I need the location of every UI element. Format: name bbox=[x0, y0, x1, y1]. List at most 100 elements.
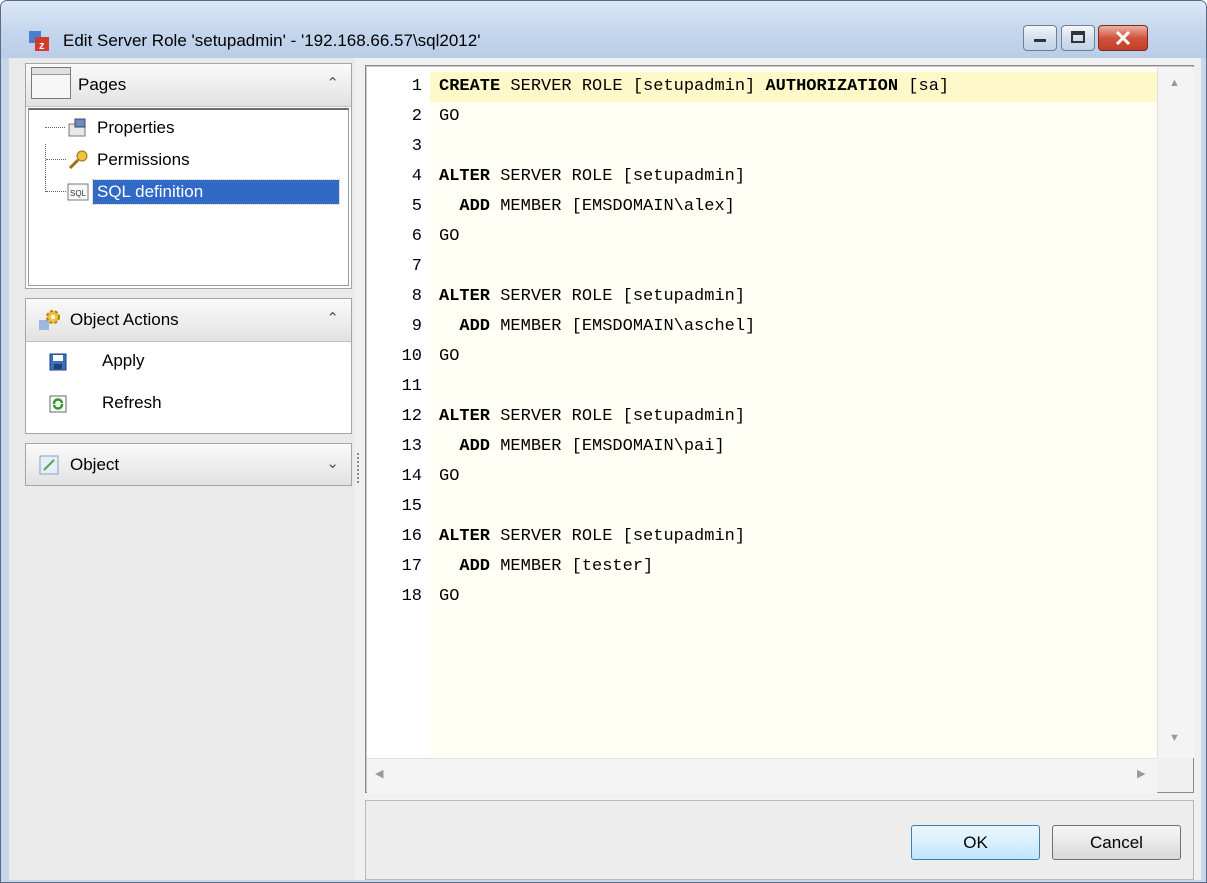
pages-panel-header[interactable]: Pages ⌃ bbox=[26, 64, 351, 107]
sql-text: GO bbox=[439, 107, 460, 126]
vertical-scrollbar[interactable]: ▲ ▼ bbox=[1157, 67, 1194, 758]
code-text: GO bbox=[439, 102, 459, 132]
sql-keyword: ALTER bbox=[439, 407, 491, 426]
apply-action[interactable]: Apply bbox=[26, 347, 346, 383]
object-actions-title: Object Actions bbox=[70, 310, 179, 329]
line-number: 4 bbox=[411, 167, 422, 186]
dialog-client-area: Pages ⌃ Properties Permissions SQL SQL d… bbox=[9, 58, 1201, 880]
line-number: 3 bbox=[411, 137, 422, 156]
tree-item-label: Permissions bbox=[97, 150, 190, 169]
line-number: 12 bbox=[401, 407, 422, 426]
object-panel-header[interactable]: Object ⌄ bbox=[26, 444, 351, 485]
code-text: ALTER SERVER ROLE [setupadmin] bbox=[439, 402, 745, 432]
panel-splitter[interactable] bbox=[355, 58, 363, 880]
sql-text: GO bbox=[439, 347, 460, 366]
tree-item-properties[interactable]: Properties bbox=[29, 112, 349, 143]
code-text: ALTER SERVER ROLE [setupadmin] bbox=[439, 282, 745, 312]
object-actions-panel: Object Actions ⌃ Apply Refresh bbox=[25, 298, 352, 434]
sql-text: SERVER ROLE [setupadmin] bbox=[490, 287, 746, 306]
code-text: GO bbox=[439, 582, 459, 612]
code-text: GO bbox=[439, 342, 459, 372]
tree-item-sql-definition[interactable]: SQL SQL definition bbox=[29, 176, 349, 207]
properties-icon bbox=[68, 118, 86, 137]
object-icon bbox=[39, 455, 59, 475]
scroll-down-icon[interactable]: ▼ bbox=[1169, 732, 1180, 744]
sql-keyword: ADD bbox=[459, 437, 491, 456]
cancel-button[interactable]: Cancel bbox=[1052, 825, 1181, 860]
sql-keyword: AUTHORIZATION bbox=[765, 77, 899, 96]
collapse-icon[interactable]: ⌃ bbox=[326, 74, 339, 92]
sql-editor[interactable]: 1 CREATE SERVER ROLE [setupadmin] AUTHORI… bbox=[365, 65, 1194, 793]
line-number: 18 bbox=[401, 587, 422, 606]
pages-panel-title: Pages bbox=[78, 75, 127, 94]
collapse-icon[interactable]: ⌃ bbox=[326, 309, 339, 327]
sql-text: SERVER ROLE [setupadmin] bbox=[490, 527, 746, 546]
tree-item-label: SQL definition bbox=[92, 179, 340, 205]
code-text: GO bbox=[439, 222, 459, 252]
gear-icon bbox=[39, 310, 60, 330]
line-number: 8 bbox=[411, 287, 422, 306]
horizontal-scrollbar[interactable]: ◀ ▶ bbox=[367, 758, 1157, 793]
dialog-button-bar: OK Cancel bbox=[365, 800, 1194, 880]
scroll-left-icon[interactable]: ◀ bbox=[375, 767, 383, 780]
close-button[interactable] bbox=[1098, 25, 1148, 51]
line-number: 7 bbox=[411, 257, 422, 276]
sql-text: MEMBER [EMSDOMAIN\aschel] bbox=[490, 317, 756, 336]
line-number: 10 bbox=[401, 347, 422, 366]
splitter-grip[interactable] bbox=[357, 453, 362, 483]
refresh-action[interactable]: Refresh bbox=[26, 389, 346, 425]
sql-text: SERVER ROLE [setupadmin] bbox=[500, 77, 766, 96]
code-text: ALTER SERVER ROLE [setupadmin] bbox=[439, 162, 745, 192]
line-number: 16 bbox=[401, 527, 422, 546]
line-number: 17 bbox=[401, 557, 422, 576]
svg-text:SQL: SQL bbox=[70, 189, 87, 198]
refresh-icon bbox=[49, 395, 67, 413]
code-text: GO bbox=[439, 462, 459, 492]
sql-keyword: CREATE bbox=[439, 77, 501, 96]
expand-icon[interactable]: ⌄ bbox=[326, 454, 339, 472]
close-icon bbox=[1115, 30, 1131, 46]
maximize-icon bbox=[1071, 31, 1085, 43]
minimize-icon bbox=[1034, 39, 1046, 42]
tree-item-label: Properties bbox=[97, 118, 175, 137]
scroll-up-icon[interactable]: ▲ bbox=[1169, 77, 1180, 89]
apply-label: Apply bbox=[102, 351, 145, 370]
maximize-button[interactable] bbox=[1061, 25, 1095, 51]
sql-keyword: ALTER bbox=[439, 167, 491, 186]
refresh-label: Refresh bbox=[102, 393, 162, 412]
line-number: 6 bbox=[411, 227, 422, 246]
line-number: 13 bbox=[401, 437, 422, 456]
code-text: CREATE SERVER ROLE [setupadmin] AUTHORIZ… bbox=[439, 72, 949, 102]
sql-keyword: ADD bbox=[459, 317, 491, 336]
scroll-right-icon[interactable]: ▶ bbox=[1137, 767, 1145, 780]
object-panel-title: Object bbox=[70, 455, 120, 474]
line-number: 9 bbox=[411, 317, 422, 336]
app-icon: z bbox=[29, 31, 49, 52]
object-actions-header[interactable]: Object Actions ⌃ bbox=[26, 299, 351, 342]
title-bar[interactable]: z Edit Server Role 'setupadmin' - '192.1… bbox=[1, 1, 1206, 58]
line-number: 14 bbox=[401, 467, 422, 486]
navigation-bar: Pages ⌃ Properties Permissions SQL SQL d… bbox=[9, 58, 355, 880]
pages-panel: Pages ⌃ Properties Permissions SQL SQL d… bbox=[25, 63, 352, 289]
sql-text: GO bbox=[439, 227, 460, 246]
sql-text: MEMBER [EMSDOMAIN\alex] bbox=[490, 197, 735, 216]
sql-icon: SQL bbox=[67, 183, 89, 201]
key-icon bbox=[68, 150, 88, 170]
tree-item-permissions[interactable]: Permissions bbox=[29, 144, 349, 175]
code-text: ADD MEMBER [EMSDOMAIN\aschel] bbox=[439, 312, 755, 342]
code-text: ALTER SERVER ROLE [setupadmin] bbox=[439, 522, 745, 552]
sql-text: MEMBER [EMSDOMAIN\pai] bbox=[490, 437, 725, 456]
ok-button[interactable]: OK bbox=[911, 825, 1040, 860]
code-text: ADD MEMBER [EMSDOMAIN\alex] bbox=[439, 192, 735, 222]
minimize-button[interactable] bbox=[1023, 25, 1057, 51]
code-text: ADD MEMBER [EMSDOMAIN\pai] bbox=[439, 432, 725, 462]
pages-icon bbox=[31, 67, 71, 99]
object-panel: Object ⌄ bbox=[25, 443, 352, 486]
sql-text: GO bbox=[439, 587, 460, 606]
line-number: 11 bbox=[401, 377, 422, 396]
code-text: ADD MEMBER [tester] bbox=[439, 552, 653, 582]
line-number: 15 bbox=[401, 497, 422, 516]
